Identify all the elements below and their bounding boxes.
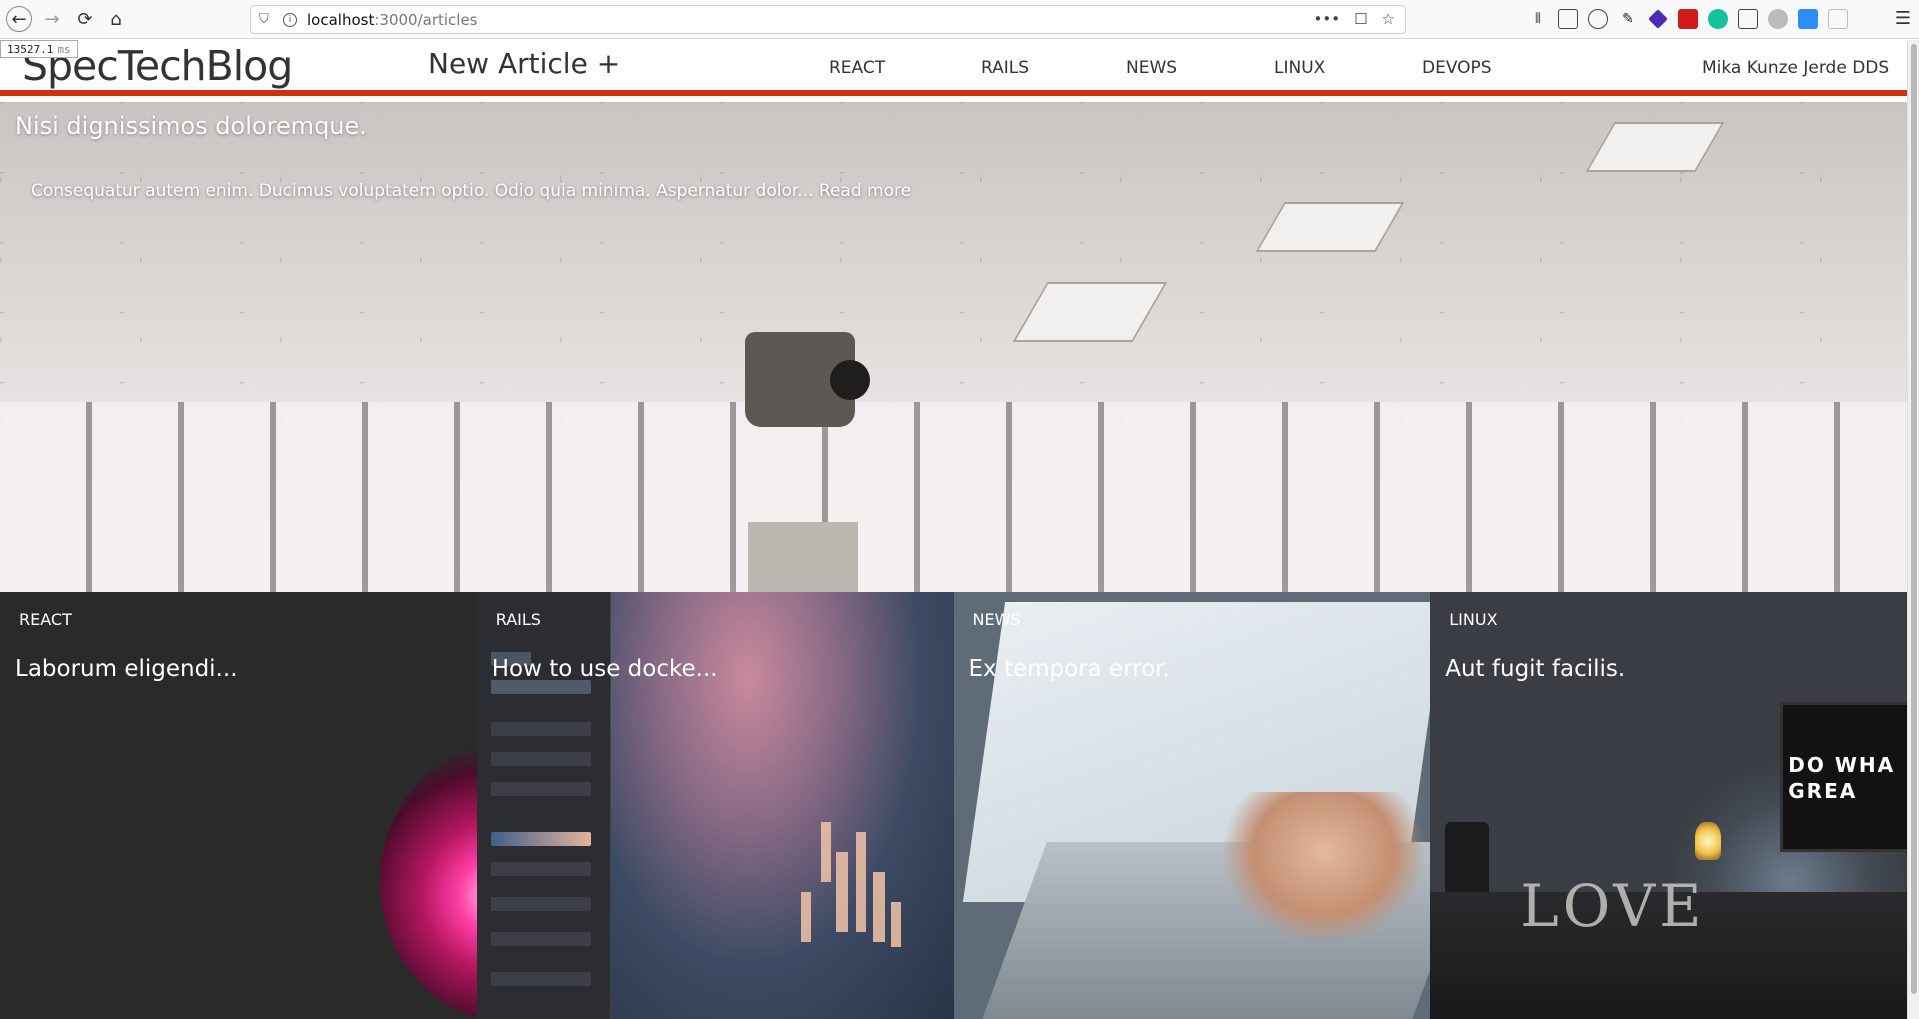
featured-article-title[interactable]: Nisi dignissimos doloremque. — [15, 112, 367, 140]
card-category[interactable]: REACT — [19, 610, 72, 629]
page-actions-icon[interactable]: ••• — [1314, 10, 1341, 28]
panel-row — [490, 722, 591, 736]
bookmark-star-icon[interactable]: ☆ — [1382, 10, 1395, 28]
browser-toolbar: ← → ⟳ ⌂ ⛉ i localhost:3000/articles ••• … — [0, 0, 1919, 39]
map-building — [820, 822, 831, 882]
user-name-link[interactable]: Mika Kunze Jerde DDS — [1702, 58, 1889, 78]
adblock-icon[interactable] — [1768, 9, 1788, 29]
nav-link-devops[interactable]: DEVOPS — [1422, 58, 1492, 78]
category-cards: REACT Laborum eligendi... RAILS How to u… — [0, 592, 1907, 1019]
panel-row — [490, 897, 591, 911]
map-building — [855, 832, 866, 932]
sidebar-icon[interactable] — [1558, 9, 1578, 29]
home-icon[interactable]: ⌂ — [103, 6, 129, 32]
blank-extension-icon[interactable] — [1828, 9, 1848, 29]
panel-row — [490, 972, 591, 986]
url-text[interactable]: localhost:3000/articles — [307, 11, 478, 29]
hamburger-menu-icon[interactable]: ☰ — [1895, 8, 1911, 29]
url-bar[interactable]: ⛉ i localhost:3000/articles ••• ☐ ☆ — [250, 5, 1406, 34]
map-building — [835, 852, 848, 932]
featured-article[interactable]: Nisi dignissimos doloremque. Consequatur… — [0, 102, 1907, 592]
load-timer: 13527.1 ms — [0, 40, 78, 58]
grammarly-icon[interactable] — [1708, 9, 1728, 29]
card-category[interactable]: RAILS — [496, 610, 541, 629]
map-building — [800, 892, 811, 942]
reload-icon[interactable]: ⟳ — [72, 6, 98, 32]
panel-row — [490, 782, 591, 796]
card-title[interactable]: Aut fugit facilis. — [1445, 656, 1625, 682]
diamond-extension-icon[interactable] — [1648, 9, 1668, 29]
card-category[interactable]: LINUX — [1449, 610, 1497, 629]
card-title[interactable]: Laborum eligendi... — [15, 656, 238, 682]
concrete-pillar — [748, 522, 858, 592]
pin-extension-icon[interactable]: ✎ — [1618, 9, 1638, 29]
card-title[interactable]: Ex tempora error. — [969, 656, 1170, 682]
featured-article-excerpt: Consequatur autem enim. Ducimus voluptat… — [31, 181, 911, 201]
new-article-link[interactable]: New Article + — [428, 47, 620, 80]
forward-arrow-icon[interactable]: → — [39, 6, 65, 32]
shield-icon[interactable]: ⛉ — [259, 12, 273, 28]
projector-lens — [830, 360, 870, 400]
lamp-image — [1695, 822, 1722, 860]
card-rails[interactable]: RAILS How to use docke... — [476, 592, 954, 1019]
red-extension-icon[interactable] — [1678, 9, 1698, 29]
monitor-line: GREA — [1788, 779, 1858, 803]
back-arrow-icon[interactable]: ← — [6, 6, 32, 32]
excerpt-text: Consequatur autem enim. Ducimus voluptat… — [31, 181, 814, 201]
card-react[interactable]: REACT Laborum eligendi... — [0, 592, 477, 1019]
nav-link-react[interactable]: REACT — [829, 58, 885, 78]
card-title[interactable]: How to use docke... — [492, 656, 718, 682]
info-icon[interactable]: i — [283, 12, 297, 27]
panel-row — [490, 932, 591, 946]
hands-image — [1223, 792, 1424, 942]
panel-row — [490, 862, 591, 876]
map-building — [872, 872, 885, 942]
library-icon[interactable]: ⫴ — [1528, 9, 1548, 29]
love-sign-image: LOVE — [1520, 872, 1706, 940]
nav-link-linux[interactable]: LINUX — [1274, 58, 1325, 78]
panel-row — [490, 752, 591, 766]
monitor-line: DO WHA — [1788, 753, 1896, 777]
timer-unit: ms — [57, 42, 71, 56]
reader-extension-icon[interactable] — [1738, 9, 1758, 29]
panel-row — [490, 680, 591, 694]
timer-value: 13527.1 — [7, 42, 54, 56]
zoom-extension-icon[interactable] — [1798, 9, 1818, 29]
site-header: SpecTechBlog New Article + REACT RAILS N… — [0, 40, 1907, 96]
page-scrollbar[interactable] — [1907, 40, 1919, 1019]
account-icon[interactable] — [1588, 9, 1608, 29]
card-category[interactable]: NEWS — [973, 610, 1021, 629]
scrollbar-thumb[interactable] — [1911, 44, 1917, 994]
panel-row — [490, 832, 591, 846]
extension-icons: ⫴ ✎ — [1528, 9, 1848, 29]
card-news[interactable]: NEWS Ex tempora error. — [953, 592, 1431, 1019]
pocket-icon[interactable]: ☐ — [1354, 10, 1367, 28]
plasma-ball-image — [380, 742, 477, 1019]
nav-link-news[interactable]: NEWS — [1126, 58, 1177, 78]
map-building — [890, 902, 901, 947]
windows-image — [0, 402, 1907, 592]
card-linux[interactable]: DO WHA GREA LOVE LINUX Aut fugit facilis… — [1430, 592, 1907, 1019]
read-more-link[interactable]: Read more — [819, 181, 911, 201]
nav-link-rails[interactable]: RAILS — [981, 58, 1029, 78]
monitor-text: DO WHA GREA — [1788, 752, 1895, 804]
